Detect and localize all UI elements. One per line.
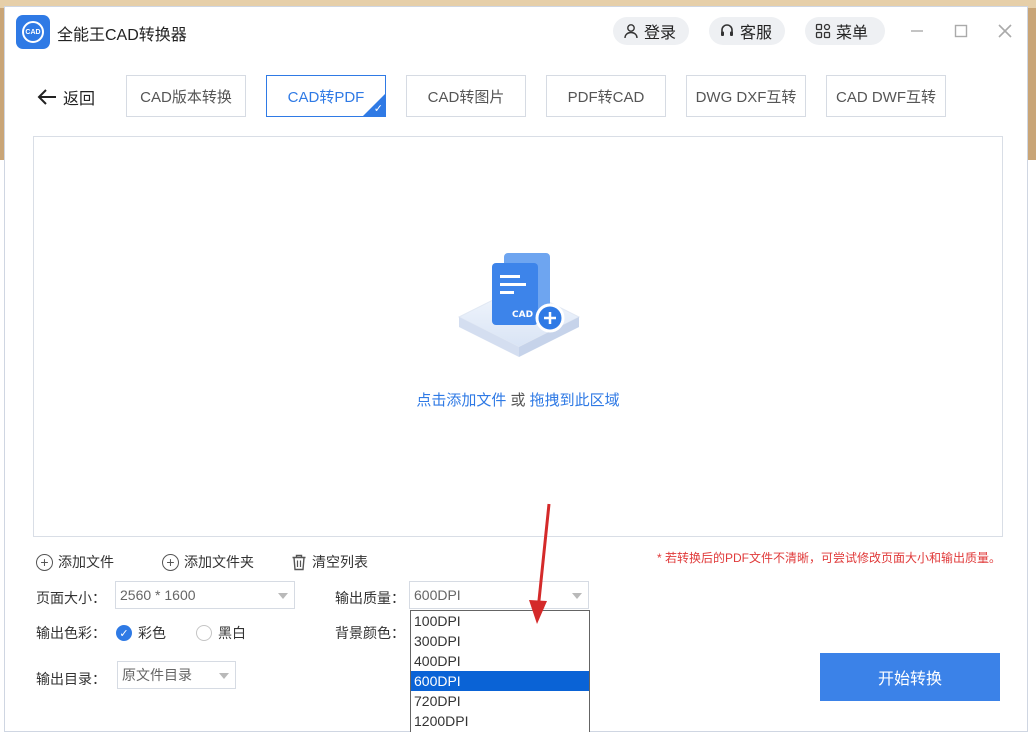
- annotation-arrow-icon: [525, 502, 565, 632]
- tab-label: PDF转CAD: [568, 86, 645, 107]
- page-size-select[interactable]: 2560 * 1600: [115, 581, 295, 609]
- output-dir-select[interactable]: 原文件目录: [117, 661, 236, 689]
- maximize-icon[interactable]: [949, 19, 973, 43]
- unchecked-radio-icon: [196, 625, 212, 641]
- page-size-value: 2560 * 1600: [120, 587, 196, 603]
- add-folder-button[interactable]: + 添加文件夹: [162, 552, 254, 572]
- chevron-down-icon: [219, 673, 229, 679]
- tab-cad-to-image[interactable]: CAD转图片: [406, 75, 526, 117]
- add-cad-file-icon[interactable]: CAD: [454, 247, 584, 367]
- dropdown-option[interactable]: 1200DPI: [411, 711, 589, 731]
- output-color-label: 输出色彩：: [36, 623, 106, 643]
- quality-hint-text: * 若转换后的PDF文件不清晰，可尝试修改页面大小和输出质量。: [657, 549, 1001, 566]
- chevron-down-icon: [572, 593, 582, 599]
- clear-list-label: 清空列表: [312, 552, 368, 572]
- quality-value: 600DPI: [414, 587, 461, 603]
- minimize-icon[interactable]: [905, 19, 929, 43]
- color-option-label: 彩色: [138, 623, 166, 643]
- service-label: 客服: [740, 19, 772, 43]
- cad-badge-text: CAD: [512, 310, 533, 320]
- or-text: 或: [506, 392, 529, 409]
- tab-label: CAD DWF互转: [836, 86, 936, 107]
- drop-instructions: 点击添加文件 或 拖拽到此区域: [34, 389, 1002, 410]
- clear-list-button[interactable]: 清空列表: [291, 552, 368, 572]
- title-bar: CAD 全能王CAD转换器 登录 客服 菜单: [5, 7, 1027, 57]
- login-button[interactable]: 登录: [613, 17, 689, 45]
- output-dir-value: 原文件目录: [122, 665, 192, 685]
- drag-here-link[interactable]: 拖拽到此区域: [530, 392, 620, 409]
- service-button[interactable]: 客服: [709, 17, 785, 45]
- file-drop-zone[interactable]: CAD 点击添加文件 或 拖拽到此区域: [33, 136, 1003, 537]
- tab-cad-to-pdf[interactable]: CAD转PDF ✓: [266, 75, 386, 117]
- arrow-left-icon: [37, 88, 57, 106]
- back-label: 返回: [63, 85, 95, 109]
- tab-dwg-dxf[interactable]: DWG DXF互转: [686, 75, 806, 117]
- tab-pdf-to-cad[interactable]: PDF转CAD: [546, 75, 666, 117]
- tab-cad-dwf[interactable]: CAD DWF互转: [826, 75, 946, 117]
- headset-icon: [719, 23, 735, 39]
- click-add-file-link[interactable]: 点击添加文件: [416, 392, 506, 409]
- menu-button[interactable]: 菜单: [805, 17, 885, 45]
- app-logo-text: CAD: [22, 21, 44, 43]
- tab-cad-version[interactable]: CAD版本转换: [126, 75, 246, 117]
- tab-label: CAD转PDF: [288, 86, 365, 107]
- check-icon: ✓: [374, 102, 383, 115]
- dropdown-option[interactable]: 400DPI: [411, 651, 589, 671]
- quality-label: 输出质量：: [335, 588, 405, 608]
- close-icon[interactable]: [993, 19, 1017, 43]
- add-file-button[interactable]: + 添加文件: [36, 552, 114, 572]
- plus-circle-icon: +: [36, 554, 53, 571]
- app-title: 全能王CAD转换器: [57, 21, 187, 45]
- trash-icon: [291, 554, 307, 571]
- start-convert-button[interactable]: 开始转换: [820, 653, 1000, 701]
- output-dir-label: 输出目录：: [36, 669, 106, 689]
- dropdown-option[interactable]: 300DPI: [411, 631, 589, 651]
- dropdown-option[interactable]: 720DPI: [411, 691, 589, 711]
- tab-label: CAD版本转换: [140, 86, 232, 107]
- checked-radio-icon: ✓: [116, 625, 132, 641]
- back-button[interactable]: 返回: [37, 85, 95, 109]
- bw-option-label: 黑白: [218, 623, 246, 643]
- bw-radio[interactable]: 黑白: [196, 623, 246, 643]
- tab-label: DWG DXF互转: [696, 86, 797, 107]
- dropdown-option-selected[interactable]: 600DPI: [411, 671, 589, 691]
- app-window: CAD 全能王CAD转换器 登录 客服 菜单 返回 CAD版本转换: [4, 6, 1028, 732]
- page-size-label: 页面大小：: [36, 588, 106, 608]
- chevron-down-icon: [278, 593, 288, 599]
- bg-color-label: 背景颜色：: [335, 623, 405, 643]
- tab-label: CAD转图片: [428, 86, 505, 107]
- color-radio[interactable]: ✓ 彩色: [116, 623, 166, 643]
- plus-circle-icon: +: [162, 554, 179, 571]
- login-label: 登录: [644, 19, 676, 43]
- user-icon: [623, 23, 639, 39]
- app-logo-icon: CAD: [16, 15, 50, 49]
- grid-menu-icon: [815, 23, 831, 39]
- menu-label: 菜单: [836, 19, 868, 43]
- add-folder-label: 添加文件夹: [184, 552, 254, 572]
- add-file-label: 添加文件: [58, 552, 114, 572]
